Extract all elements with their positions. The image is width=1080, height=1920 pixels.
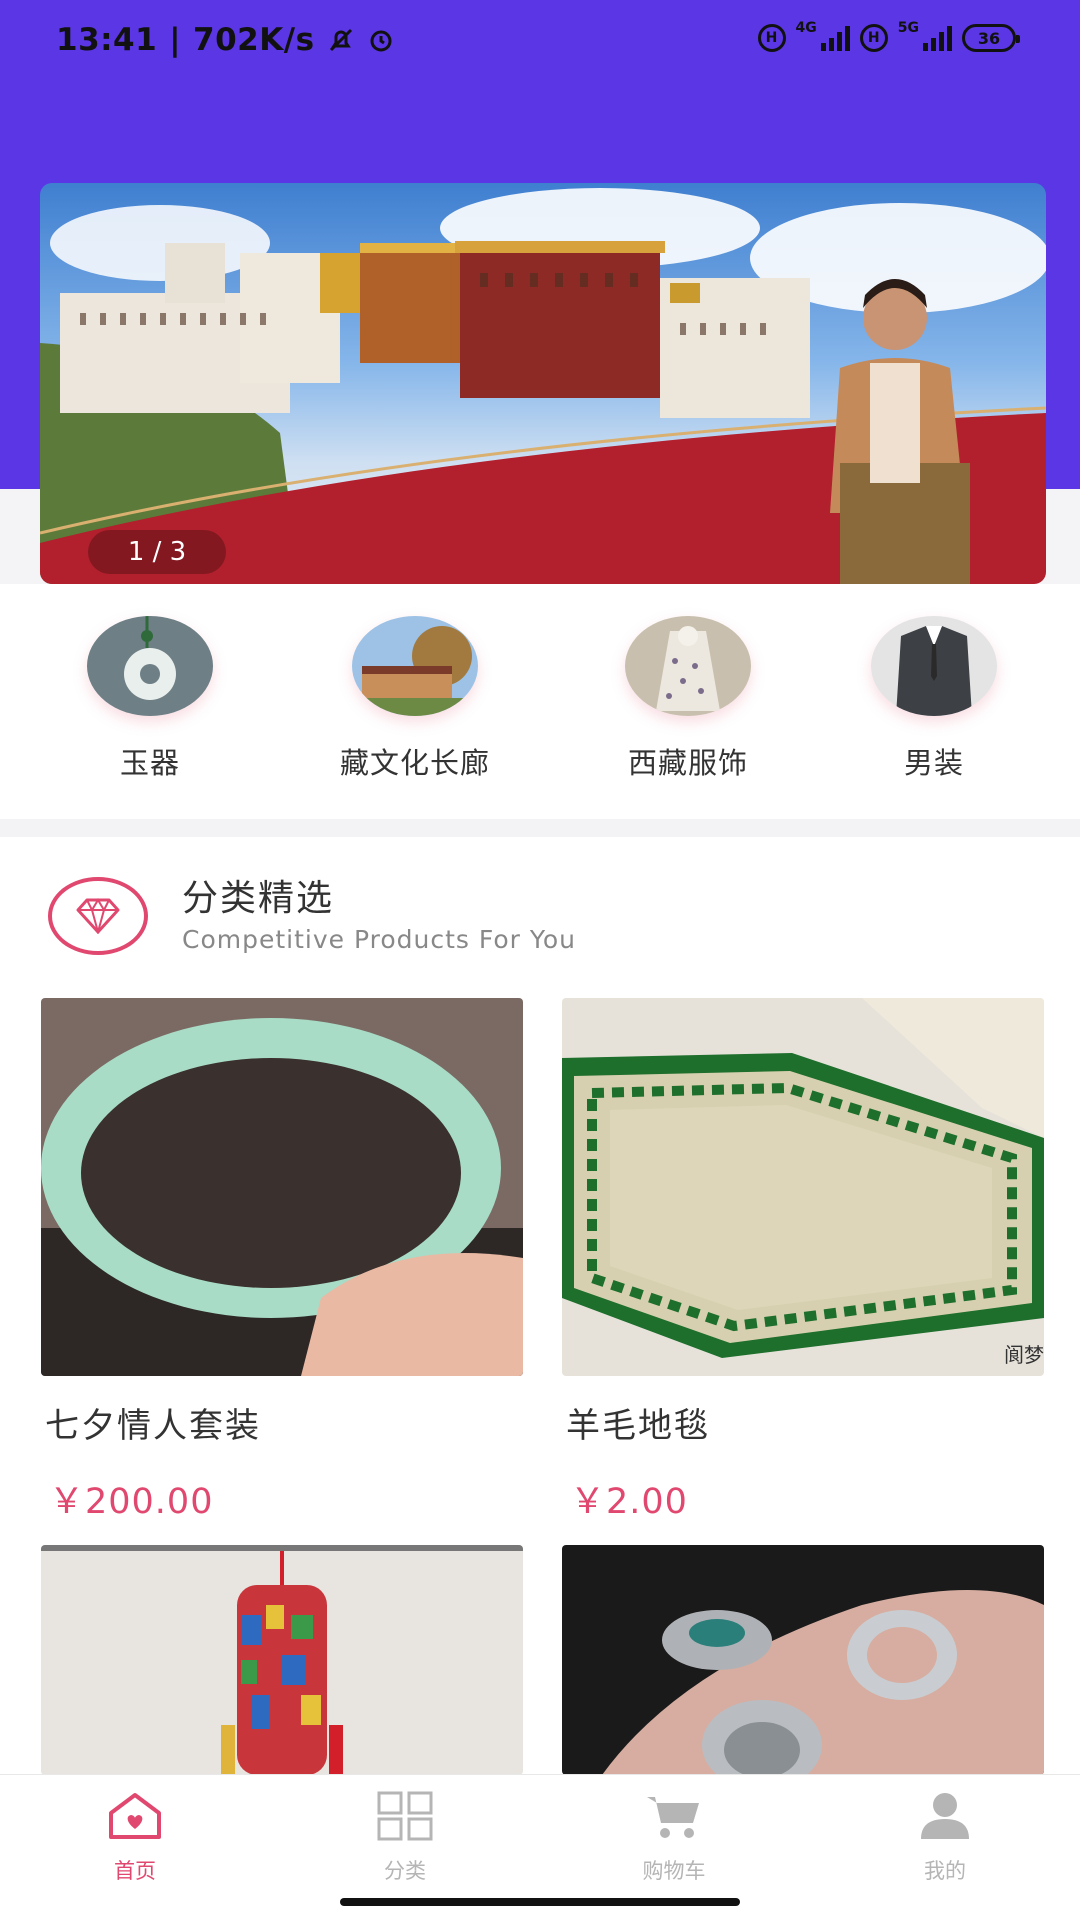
network-type-1: 4G (795, 20, 817, 36)
product-card[interactable] (41, 1545, 523, 1775)
banner-image (40, 188, 1046, 584)
tab-cart[interactable]: 购物车 (574, 1785, 774, 1885)
product-name: 羊毛地毯 (566, 1406, 710, 1446)
status-left: 13:41 | 702K/s (56, 22, 395, 58)
hd-icon: H (859, 24, 888, 52)
category-thumb-culture (352, 616, 478, 716)
diamond-icon (48, 877, 148, 955)
category-label: 男装 (903, 746, 964, 780)
bell-muted-icon (327, 26, 355, 54)
alarm-icon (367, 26, 395, 54)
product-price: ￥2.00 (570, 1482, 688, 1522)
image-watermark: 阆梦 (1004, 1343, 1044, 1367)
category-thumb-tibet-clothing (625, 616, 751, 716)
product-image (562, 1545, 1044, 1775)
cart-icon (574, 1785, 774, 1847)
tab-home[interactable]: 首页 (35, 1785, 235, 1885)
home-icon (35, 1785, 235, 1847)
category-row: 玉器 藏文化长廊 西藏服饰 男装 (0, 584, 1080, 819)
tab-label: 我的 (924, 1859, 966, 1883)
tab-label: 购物车 (642, 1859, 706, 1883)
battery-icon: 36 (962, 24, 1020, 52)
section-divider (0, 819, 1080, 837)
home-indicator[interactable] (340, 1898, 740, 1906)
section-subtitle: Competitive Products For You (182, 925, 576, 954)
product-image (41, 998, 523, 1376)
product-card[interactable]: 阆梦 羊毛地毯 ￥2.00 (562, 998, 1044, 1524)
network-type-2: 5G (897, 20, 919, 36)
category-thumb-menswear (871, 616, 997, 716)
section-title: 分类精选 (182, 878, 335, 919)
category-item-menswear[interactable]: 男装 (824, 616, 1044, 782)
category-item-tibet-clothing[interactable]: 西藏服饰 (578, 616, 798, 782)
banner-carousel[interactable]: 1 / 3 (40, 183, 1046, 584)
status-bar: 13:41 | 702K/s H 4G H 5G 36 (0, 0, 1080, 84)
grid-icon (305, 1785, 505, 1847)
status-speed: 702K/s (193, 22, 315, 58)
tab-profile[interactable]: 我的 (845, 1785, 1045, 1885)
hd-icon: H (757, 24, 786, 52)
category-label: 藏文化长廊 (339, 746, 490, 780)
category-item-culture[interactable]: 藏文化长廊 (305, 616, 525, 782)
product-name: 七夕情人套装 (45, 1406, 261, 1446)
product-image (41, 1545, 523, 1775)
banner-page-indicator: 1 / 3 (88, 530, 226, 574)
tab-label: 首页 (114, 1859, 156, 1883)
status-time: 13:41 (56, 22, 158, 58)
signal-icon (923, 25, 952, 51)
tab-category[interactable]: 分类 (305, 1785, 505, 1885)
section-header: 分类精选 Competitive Products For You (0, 837, 1080, 987)
product-card[interactable] (562, 1545, 1044, 1775)
status-right: H 4G H 5G 36 (757, 20, 1020, 52)
category-thumb-jade (87, 616, 213, 716)
user-icon (845, 1785, 1045, 1847)
product-card[interactable]: 七夕情人套装 ￥200.00 (41, 998, 523, 1524)
product-price: ￥200.00 (49, 1482, 214, 1522)
category-item-jade[interactable]: 玉器 (40, 616, 260, 782)
product-image: 阆梦 (562, 998, 1044, 1376)
category-label: 玉器 (119, 746, 180, 780)
tab-label: 分类 (384, 1859, 426, 1883)
signal-icon (820, 25, 850, 51)
category-label: 西藏服饰 (627, 746, 748, 780)
